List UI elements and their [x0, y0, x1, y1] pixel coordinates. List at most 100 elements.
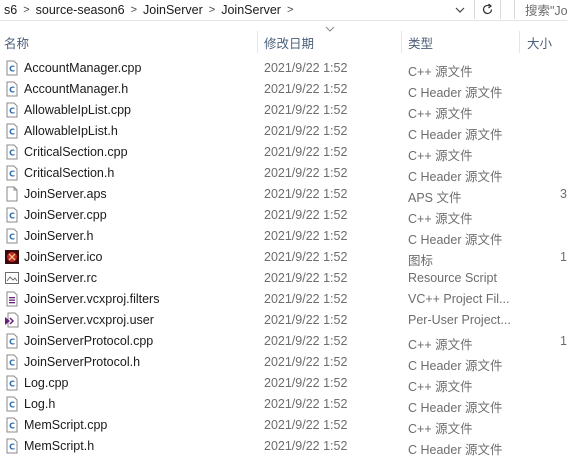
file-type: 图标 — [408, 254, 434, 268]
column-divider[interactable] — [519, 31, 520, 53]
column-header: 名称 修改日期 类型 大小 — [0, 29, 567, 55]
chevron-right-icon[interactable]: > — [207, 4, 217, 16]
file-type: C++ 源文件 — [408, 65, 473, 79]
file-row[interactable]: C AllowableIpList.cpp 2021/9/22 1:52 C++ 源文… — [0, 100, 567, 121]
file-date: 2021/9/22 1:52 — [264, 82, 348, 96]
cpp-file-icon: C — [4, 60, 20, 76]
file-row[interactable]: C Log.cpp 2021/9/22 1:52 C++ 源文件 — [0, 373, 567, 394]
ico-file-icon — [4, 249, 20, 265]
file-row[interactable]: JoinServer.vcxproj.user 2021/9/22 1:52 Per… — [0, 310, 567, 331]
address-bar[interactable]: s6 > source-season6 > JoinServer > JoinS… — [0, 0, 475, 19]
file-date: 2021/9/22 1:52 — [264, 334, 348, 348]
file-date: 2021/9/22 1:52 — [264, 166, 348, 180]
cpp-file-icon: C — [4, 417, 20, 433]
column-header-name[interactable]: 名称 — [4, 29, 29, 55]
file-type: C Header 源文件 — [408, 86, 503, 100]
cpp-file-icon: C — [4, 102, 20, 118]
search-input[interactable]: 搜索"Jo — [514, 0, 567, 19]
file-type: C++ 源文件 — [408, 422, 473, 436]
cpp-file-icon: C — [4, 207, 20, 223]
file-type: C Header 源文件 — [408, 170, 503, 184]
breadcrumb-joinserver-current[interactable]: JoinServer — [217, 3, 285, 17]
header-file-icon: C — [4, 81, 20, 97]
chevron-right-icon[interactable]: > — [129, 4, 139, 16]
file-name: Log.cpp — [24, 376, 69, 390]
file-name: AllowableIpList.cpp — [24, 103, 132, 117]
chevron-right-icon[interactable]: > — [21, 4, 31, 16]
sort-indicator-icon — [325, 26, 335, 32]
breadcrumb-s6[interactable]: s6 — [0, 3, 21, 17]
file-name: JoinServer.vcxproj.user — [24, 313, 154, 327]
file-row[interactable]: JoinServer.rc 2021/9/22 1:52 Resource Scri… — [0, 268, 567, 289]
file-date: 2021/9/22 1:52 — [264, 250, 348, 264]
file-type: Resource Script — [408, 271, 497, 285]
column-header-type[interactable]: 类型 — [408, 29, 433, 55]
file-size: 1 — [560, 334, 567, 348]
file-name: JoinServer.rc — [24, 271, 97, 285]
file-date: 2021/9/22 1:52 — [264, 376, 348, 390]
file-row[interactable]: C CriticalSection.cpp 2021/9/22 1:52 C++ 源文… — [0, 142, 567, 163]
file-name: MemScript.cpp — [24, 418, 108, 432]
header-file-icon: C — [4, 123, 20, 139]
file-type: C Header 源文件 — [408, 401, 503, 415]
file-row[interactable]: JoinServer.ico 2021/9/22 1:52 图标 1 — [0, 247, 567, 268]
file-date: 2021/9/22 1:52 — [264, 271, 348, 285]
header-file-icon: C — [4, 228, 20, 244]
file-row[interactable]: C Log.h 2021/9/22 1:52 C Header 源文件 — [0, 394, 567, 415]
file-size: 1 — [560, 250, 567, 264]
file-name: JoinServer.ico — [24, 250, 103, 264]
file-size: 3 — [560, 187, 567, 201]
column-divider[interactable] — [257, 31, 258, 53]
file-name: MemScript.h — [24, 439, 95, 453]
chevron-down-icon — [455, 7, 465, 13]
file-name: JoinServerProtocol.cpp — [24, 334, 154, 348]
file-date: 2021/9/22 1:52 — [264, 229, 348, 243]
file-name: AccountManager.h — [24, 82, 129, 96]
file-date: 2021/9/22 1:52 — [264, 292, 348, 306]
file-type: Per-User Project... — [408, 313, 511, 327]
file-name: AllowableIpList.h — [24, 124, 118, 138]
address-history-dropdown[interactable] — [446, 0, 474, 19]
file-date: 2021/9/22 1:52 — [264, 208, 348, 222]
file-row[interactable]: C AccountManager.h 2021/9/22 1:52 C Header … — [0, 79, 567, 100]
file-row[interactable]: JoinServer.aps 2021/9/22 1:52 APS 文件 3 — [0, 184, 567, 205]
file-name: JoinServer.vcxproj.filters — [24, 292, 160, 306]
file-type: C Header 源文件 — [408, 128, 503, 142]
file-name: Log.h — [24, 397, 56, 411]
file-date: 2021/9/22 1:52 — [264, 187, 348, 201]
svg-text:C: C — [9, 212, 15, 221]
refresh-icon — [482, 3, 492, 15]
file-type: C++ 源文件 — [408, 149, 473, 163]
top-bar: s6 > source-season6 > JoinServer > JoinS… — [0, 0, 567, 21]
refresh-button[interactable] — [474, 0, 501, 19]
svg-text:C: C — [9, 359, 15, 368]
svg-text:C: C — [9, 443, 15, 452]
breadcrumb-joinserver[interactable]: JoinServer — [139, 3, 207, 17]
column-header-date[interactable]: 修改日期 — [264, 29, 314, 55]
column-header-size[interactable]: 大小 — [527, 29, 552, 55]
file-row[interactable]: C JoinServer.cpp 2021/9/22 1:52 C++ 源文件 — [0, 205, 567, 226]
file-row[interactable]: C MemScript.cpp 2021/9/22 1:52 C++ 源文件 — [0, 415, 567, 436]
file-name: JoinServerProtocol.h — [24, 355, 141, 369]
chevron-right-icon[interactable]: > — [285, 4, 295, 16]
file-row[interactable]: JoinServer.vcxproj.filters 2021/9/22 1:52… — [0, 289, 567, 310]
file-type: C Header 源文件 — [408, 233, 503, 247]
cpp-file-icon: C — [4, 333, 20, 349]
svg-text:C: C — [9, 65, 15, 74]
column-divider[interactable] — [401, 31, 402, 53]
file-type: C++ 源文件 — [408, 338, 473, 352]
file-row[interactable]: C CriticalSection.h 2021/9/22 1:52 C Header… — [0, 163, 567, 184]
file-row[interactable]: C JoinServerProtocol.h 2021/9/22 1:52 C Hea… — [0, 352, 567, 373]
file-row[interactable]: C JoinServerProtocol.cpp 2021/9/22 1:52 C++… — [0, 331, 567, 352]
svg-text:C: C — [9, 170, 15, 179]
file-row[interactable]: C JoinServer.h 2021/9/22 1:52 C Header 源文件 — [0, 226, 567, 247]
svg-text:C: C — [9, 86, 15, 95]
file-type: C++ 源文件 — [408, 380, 473, 394]
header-file-icon: C — [4, 438, 20, 454]
breadcrumb-source-season6[interactable]: source-season6 — [32, 3, 129, 17]
file-row[interactable]: C MemScript.h 2021/9/22 1:52 C Header 源文件 — [0, 436, 567, 457]
file-date: 2021/9/22 1:52 — [264, 103, 348, 117]
file-row[interactable]: C AccountManager.cpp 2021/9/22 1:52 C++ 源文件 — [0, 58, 567, 79]
file-name: CriticalSection.cpp — [24, 145, 128, 159]
file-row[interactable]: C AllowableIpList.h 2021/9/22 1:52 C Header… — [0, 121, 567, 142]
